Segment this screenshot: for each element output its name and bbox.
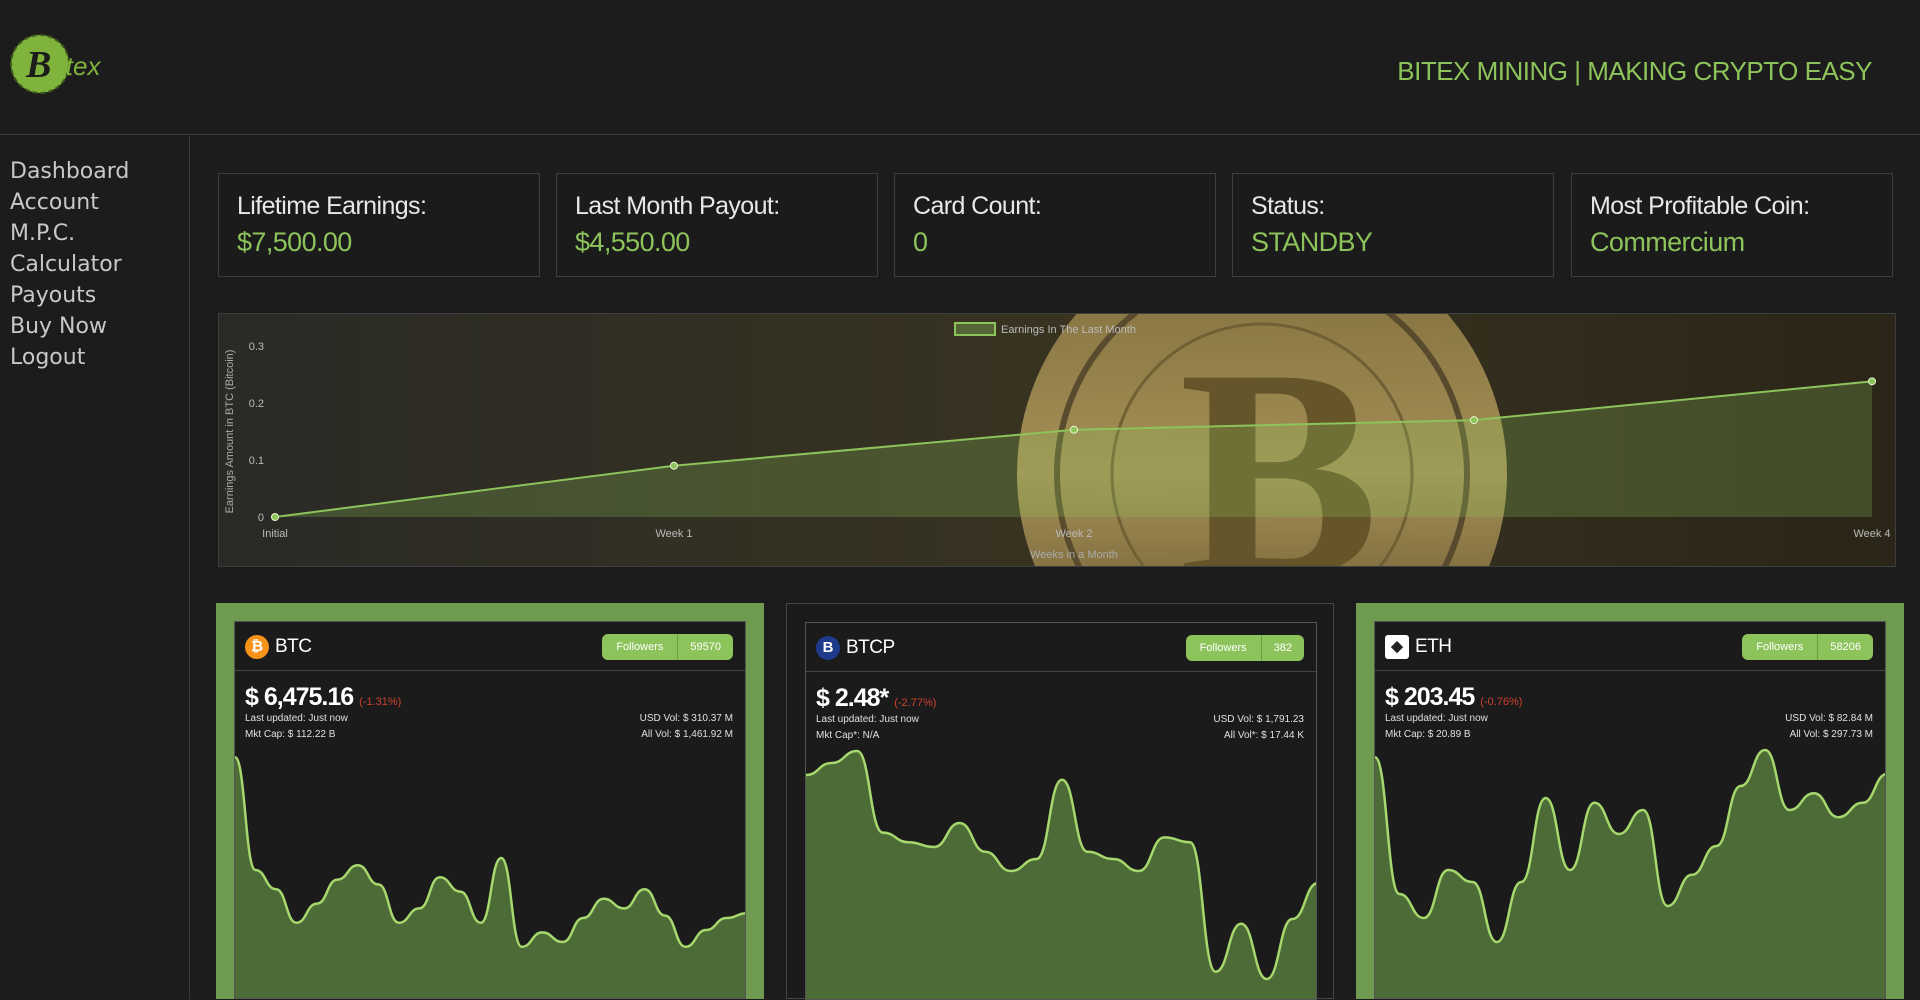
svg-text:B: B <box>25 44 51 86</box>
data-point <box>670 461 678 470</box>
market-cap: Mkt Cap*: N/A <box>816 730 880 741</box>
stat-value: STANDBY <box>1251 227 1373 257</box>
y-tick-label: 0.3 <box>249 341 264 353</box>
sidebar-item-payouts[interactable]: Payouts <box>10 280 189 311</box>
followers-label: Followers <box>1742 634 1819 660</box>
followers-label: Followers <box>1186 635 1262 661</box>
stat-value: Commercium <box>1590 227 1745 257</box>
coin-symbol: ETH <box>1415 636 1452 657</box>
all-volume: All Vol: $ 1,461.92 M <box>641 729 733 740</box>
coin-price-row: $ 203.45 (-0.76%) Last updated: Just now M… <box>1375 671 1885 741</box>
sidebar-item-buy-now[interactable]: Buy Now <box>10 311 189 342</box>
x-tick-label: Week 4 <box>1853 528 1890 540</box>
ethereum-icon: ◆ <box>1385 635 1409 659</box>
price-sparkline <box>806 749 1316 999</box>
sidebar-item-mpc-calculator[interactable]: M.P.C. Calculator <box>10 218 189 280</box>
bitcoin-private-icon: B <box>816 636 840 660</box>
last-updated: Last updated: Just now <box>1385 713 1488 724</box>
all-volume: All Vol*: $ 17.44 K <box>1223 730 1304 741</box>
x-tick-label: Week 2 <box>1055 528 1092 540</box>
sparkline-area <box>806 751 1316 999</box>
data-point <box>1470 416 1478 425</box>
all-volume: All Vol: $ 297.73 M <box>1789 729 1873 740</box>
earnings-chart: B 00.10.20.3Earnings Amount in BTC (Bitc… <box>218 313 1896 567</box>
usd-volume: USD Vol: $ 82.84 M <box>1785 713 1873 724</box>
coin-card-header: ₿ BTC Followers 59570 <box>235 622 745 671</box>
coin-symbol: BTCP <box>846 637 895 658</box>
coin-price: $ 2.48* (-2.77%) <box>816 684 937 712</box>
legend-swatch <box>954 322 996 336</box>
price-sparkline <box>1375 748 1885 998</box>
legend-label: Earnings In The Last Month <box>1001 324 1136 336</box>
stat-value: $7,500.00 <box>237 227 352 257</box>
stat-lifetime-earnings: Lifetime Earnings: $7,500.00 <box>218 173 540 277</box>
coin-price: $ 203.45 (-0.76%) <box>1385 683 1523 711</box>
coin-price-row: $ 6,475.16 (-1.31%) Last updated: Just no… <box>235 671 745 741</box>
followers-count: 59570 <box>690 641 721 653</box>
followers-button[interactable]: Followers 58206 <box>1742 634 1873 660</box>
stat-label: Lifetime Earnings: <box>237 192 427 220</box>
last-updated: Last updated: Just now <box>245 713 348 724</box>
stat-most-profitable-coin: Most Profitable Coin: Commercium <box>1571 173 1893 277</box>
data-point <box>271 513 279 521</box>
sparkline-area <box>235 757 745 998</box>
stat-label: Most Profitable Coin: <box>1590 192 1810 220</box>
bitcoin-icon: ₿ <box>245 635 269 659</box>
stat-card-count: Card Count: 0 <box>894 173 1216 277</box>
coin-card-header: B BTCP Followers 382 <box>806 623 1316 672</box>
site-tagline: BITEX MINING | MAKING CRYPTO EASY <box>1397 56 1872 86</box>
market-cap: Mkt Cap: $ 20.89 B <box>1385 729 1471 740</box>
followers-button[interactable]: Followers 59570 <box>602 634 733 660</box>
bitex-logo[interactable]: B itex <box>8 30 118 98</box>
stat-label: Last Month Payout: <box>575 192 780 220</box>
market-cap: Mkt Cap: $ 112.22 B <box>245 729 336 740</box>
y-tick-label: 0.1 <box>249 455 264 467</box>
price-sparkline <box>235 755 745 998</box>
followers-label: Followers <box>602 634 679 660</box>
sidebar-item-account[interactable]: Account <box>10 187 189 218</box>
coin-card-inner: ₿ BTC Followers 59570 $ 6,475.16 (-1.31%) Las… <box>234 621 746 999</box>
y-tick-label: 0 <box>258 512 264 524</box>
stat-status: Status: STANDBY <box>1232 173 1554 277</box>
coin-change: (-1.31%) <box>359 696 402 708</box>
followers-button[interactable]: Followers 382 <box>1185 635 1304 661</box>
coin-card-eth: ◆ ETH Followers 58206 $ 203.45 (-0.76%) Last … <box>1356 603 1904 999</box>
sparkline-area <box>1375 750 1885 998</box>
x-tick-label: Week 1 <box>655 528 692 540</box>
coin-change: (-0.76%) <box>1480 696 1523 708</box>
sidebar-menu: Dashboard Account M.P.C. Calculator Payo… <box>0 136 189 373</box>
stat-value: 0 <box>913 227 928 257</box>
sidebar-item-logout[interactable]: Logout <box>10 342 189 373</box>
coin-card-inner: B BTCP Followers 382 $ 2.48* (-2.77%) Last up… <box>805 622 1317 1000</box>
coin-price: $ 6,475.16 (-1.31%) <box>245 683 402 711</box>
y-axis-label: Earnings Amount in BTC (Bitcoin) <box>224 350 236 514</box>
followers-count: 58206 <box>1830 641 1861 653</box>
x-axis-label: Weeks in a Month <box>1030 549 1118 561</box>
coin-card-header: ◆ ETH Followers 58206 <box>1375 622 1885 671</box>
stat-value: $4,550.00 <box>575 227 690 257</box>
data-point <box>1868 377 1876 386</box>
x-tick-label: Initial <box>262 528 288 540</box>
header: B itex BITEX MINING | MAKING CRYPTO EASY <box>0 0 1920 135</box>
stat-label: Status: <box>1251 192 1325 220</box>
sidebar-item-dashboard[interactable]: Dashboard <box>10 156 189 187</box>
earnings-chart-svg: B 00.10.20.3Earnings Amount in BTC (Bitc… <box>219 314 1895 566</box>
coin-card-btcp: B BTCP Followers 382 $ 2.48* (-2.77%) Last up… <box>786 603 1334 1000</box>
coin-change: (-2.77%) <box>894 697 937 709</box>
coin-price-row: $ 2.48* (-2.77%) Last updated: Just now Mk… <box>806 672 1316 742</box>
sidebar: Dashboard Account M.P.C. Calculator Payo… <box>0 136 190 999</box>
coin-symbol: BTC <box>275 636 312 657</box>
data-point <box>1070 425 1078 434</box>
usd-volume: USD Vol: $ 1,791.23 <box>1213 714 1304 725</box>
last-updated: Last updated: Just now <box>816 714 919 725</box>
stat-last-month-payout: Last Month Payout: $4,550.00 <box>556 173 878 277</box>
usd-volume: USD Vol: $ 310.37 M <box>639 713 733 724</box>
coin-card-inner: ◆ ETH Followers 58206 $ 203.45 (-0.76%) Last … <box>1374 621 1886 999</box>
y-tick-label: 0.2 <box>249 398 264 410</box>
coin-card-btc: ₿ BTC Followers 59570 $ 6,475.16 (-1.31%) Las… <box>216 603 764 999</box>
followers-count: 382 <box>1273 642 1292 654</box>
stat-label: Card Count: <box>913 192 1042 220</box>
svg-text:itex: itex <box>60 51 101 81</box>
